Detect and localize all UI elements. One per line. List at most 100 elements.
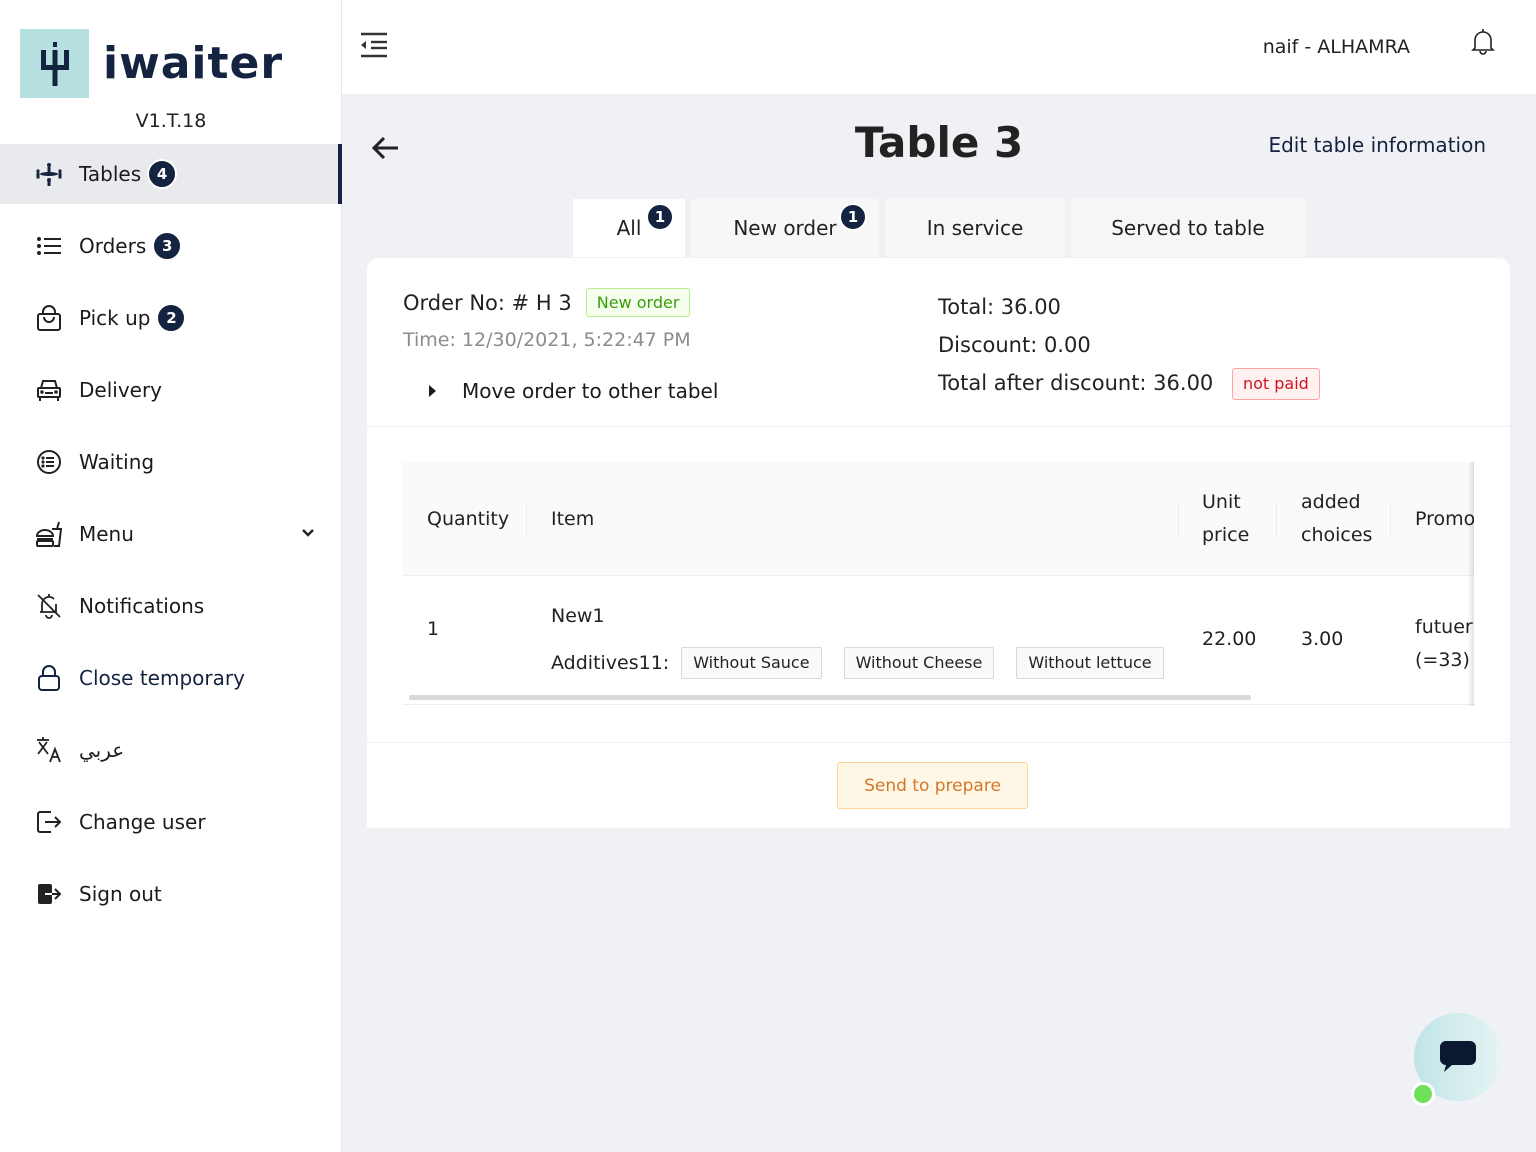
sidebar-item-label: عربي bbox=[79, 738, 125, 762]
lock-icon bbox=[35, 664, 63, 692]
logo-text: iwaiter bbox=[103, 38, 284, 89]
cell-added-choices: 3.00 bbox=[1301, 628, 1344, 650]
additives-label: Additives11: bbox=[551, 652, 670, 674]
order-items-table: Quantity Item Unit price added choices P… bbox=[403, 462, 1474, 706]
sidebar-item-label: Pick up bbox=[79, 306, 151, 330]
cell-quantity: 1 bbox=[427, 618, 440, 640]
cell-additives: Additives11: Without Sauce Without Chees… bbox=[551, 647, 1186, 679]
logout-outline-icon bbox=[35, 808, 63, 836]
sidebar-item-label: Change user bbox=[79, 810, 206, 834]
column-header-item: Item bbox=[551, 507, 595, 530]
column-header-unit-price: Unit price bbox=[1202, 491, 1250, 546]
additive-tag: Without Sauce bbox=[681, 647, 822, 679]
order-discount: Discount: 0.00 bbox=[938, 333, 1091, 357]
order-number: Order No: # H 3 New order bbox=[403, 288, 691, 317]
order-status-badge: New order bbox=[585, 288, 691, 317]
tab-label: In service bbox=[926, 216, 1024, 240]
additive-tag: Without lettuce bbox=[1016, 647, 1164, 679]
collapse-menu-icon[interactable] bbox=[359, 31, 389, 59]
dining-table-icon bbox=[35, 160, 63, 188]
shopping-bag-icon bbox=[35, 304, 63, 332]
cell-promo: futuer (=33) bbox=[1415, 616, 1473, 671]
divider bbox=[367, 742, 1510, 743]
send-to-prepare-button[interactable]: Send to prepare bbox=[837, 762, 1028, 809]
chat-icon bbox=[1440, 1041, 1476, 1072]
tab-served-to-table[interactable]: Served to table bbox=[1071, 199, 1305, 257]
divider bbox=[367, 426, 1510, 427]
sidebar-item-delivery[interactable]: Delivery bbox=[0, 360, 342, 420]
column-separator bbox=[1390, 502, 1391, 538]
sidebar-item-label: Delivery bbox=[79, 378, 163, 402]
sidebar-item-language[interactable]: عربي bbox=[0, 720, 342, 780]
sidebar-item-pickup[interactable]: Pick up 2 bbox=[0, 288, 342, 348]
column-header-added-choices: added choices bbox=[1301, 491, 1373, 546]
sidebar-item-waiting[interactable]: Waiting bbox=[0, 432, 342, 492]
order-tabs: All 1 New order 1 In service Served to t… bbox=[573, 199, 1311, 257]
food-drink-icon bbox=[35, 520, 63, 548]
tab-label: All bbox=[616, 216, 642, 240]
logo: iwaiter bbox=[20, 29, 283, 98]
column-separator bbox=[1276, 502, 1277, 538]
chevron-down-icon[interactable] bbox=[300, 524, 316, 540]
tab-all[interactable]: All 1 bbox=[573, 199, 685, 257]
sidebar-item-label: Waiting bbox=[79, 450, 155, 474]
move-order-label: Move order to other tabel bbox=[462, 379, 719, 403]
sidebar-item-label: Tables bbox=[79, 162, 142, 186]
tab-new-order[interactable]: New order 1 bbox=[691, 199, 879, 257]
tab-in-service[interactable]: In service bbox=[885, 199, 1065, 257]
horizontal-scrollbar[interactable] bbox=[409, 695, 1251, 700]
order-number-text: Order No: # H 3 bbox=[403, 290, 572, 315]
total-after-text: Total after discount: 36.00 bbox=[938, 371, 1214, 395]
column-header-promo: Promo bbox=[1415, 507, 1474, 530]
logout-filled-icon bbox=[35, 880, 63, 908]
user-name[interactable]: naif - ALHAMRA bbox=[1263, 36, 1410, 58]
edit-table-link[interactable]: Edit table information bbox=[1268, 133, 1486, 157]
sidebar-item-change-user[interactable]: Change user bbox=[0, 792, 342, 852]
app-version: V1.T.18 bbox=[135, 110, 207, 132]
tab-label: Served to table bbox=[1111, 216, 1265, 240]
order-card: Order No: # H 3 New order Time: 12/30/20… bbox=[367, 258, 1510, 828]
sidebar-item-close-temporary[interactable]: Close temporary bbox=[0, 648, 342, 708]
sidebar-item-tables[interactable]: Tables 4 bbox=[0, 144, 342, 204]
sidebar-item-label: Notifications bbox=[79, 594, 205, 618]
sidebar-item-orders[interactable]: Orders 3 bbox=[0, 216, 342, 276]
sidebar-item-notifications[interactable]: Notifications bbox=[0, 576, 342, 636]
sidebar-item-label: Orders bbox=[79, 234, 147, 258]
top-bar: naif - ALHAMRA bbox=[342, 0, 1536, 94]
bell-icon[interactable] bbox=[1470, 28, 1496, 56]
additive-tag: Without Cheese bbox=[843, 647, 995, 679]
sidebar-item-sign-out[interactable]: Sign out bbox=[0, 864, 342, 924]
online-status-dot bbox=[1411, 1082, 1435, 1106]
order-total: Total: 36.00 bbox=[938, 295, 1061, 319]
car-icon bbox=[35, 376, 63, 404]
order-totals: Total: 36.00 Discount: 0.00 Total after … bbox=[938, 288, 1320, 402]
column-header-quantity: Quantity bbox=[427, 507, 510, 530]
count-badge: 1 bbox=[839, 203, 867, 231]
count-badge: 2 bbox=[156, 303, 187, 333]
move-order-toggle[interactable]: Move order to other tabel bbox=[429, 379, 718, 403]
scroll-shadow bbox=[1468, 462, 1474, 706]
column-separator bbox=[1178, 502, 1179, 538]
count-badge: 1 bbox=[646, 203, 674, 231]
logo-mark-icon bbox=[20, 29, 89, 98]
sidebar-item-label: Close temporary bbox=[79, 666, 245, 690]
order-total-after-discount: Total after discount: 36.00 not paid bbox=[938, 364, 1320, 402]
column-separator bbox=[526, 502, 527, 538]
sidebar-nav: Tables 4 Orders 3 Pick up 2 Delivery Wai… bbox=[0, 144, 342, 936]
bell-off-icon bbox=[35, 592, 63, 620]
caret-right-icon bbox=[429, 385, 436, 397]
sidebar-item-label: Menu bbox=[79, 522, 134, 546]
sidebar: iwaiter V1.T.18 Tables 4 Orders 3 Pick u… bbox=[0, 0, 342, 1152]
payment-status-badge: not paid bbox=[1231, 368, 1320, 400]
list-circle-icon bbox=[35, 448, 63, 476]
count-badge: 4 bbox=[147, 159, 178, 189]
sidebar-item-menu[interactable]: Menu bbox=[0, 504, 342, 564]
order-time: Time: 12/30/2021, 5:22:47 PM bbox=[403, 329, 691, 351]
divider bbox=[403, 704, 1474, 705]
translate-icon bbox=[35, 736, 63, 764]
list-icon bbox=[35, 232, 63, 260]
sidebar-item-label: Sign out bbox=[79, 882, 162, 906]
cell-item-name: New1 bbox=[551, 605, 605, 627]
cell-unit-price: 22.00 bbox=[1202, 628, 1257, 650]
tab-label: New order bbox=[733, 216, 837, 240]
